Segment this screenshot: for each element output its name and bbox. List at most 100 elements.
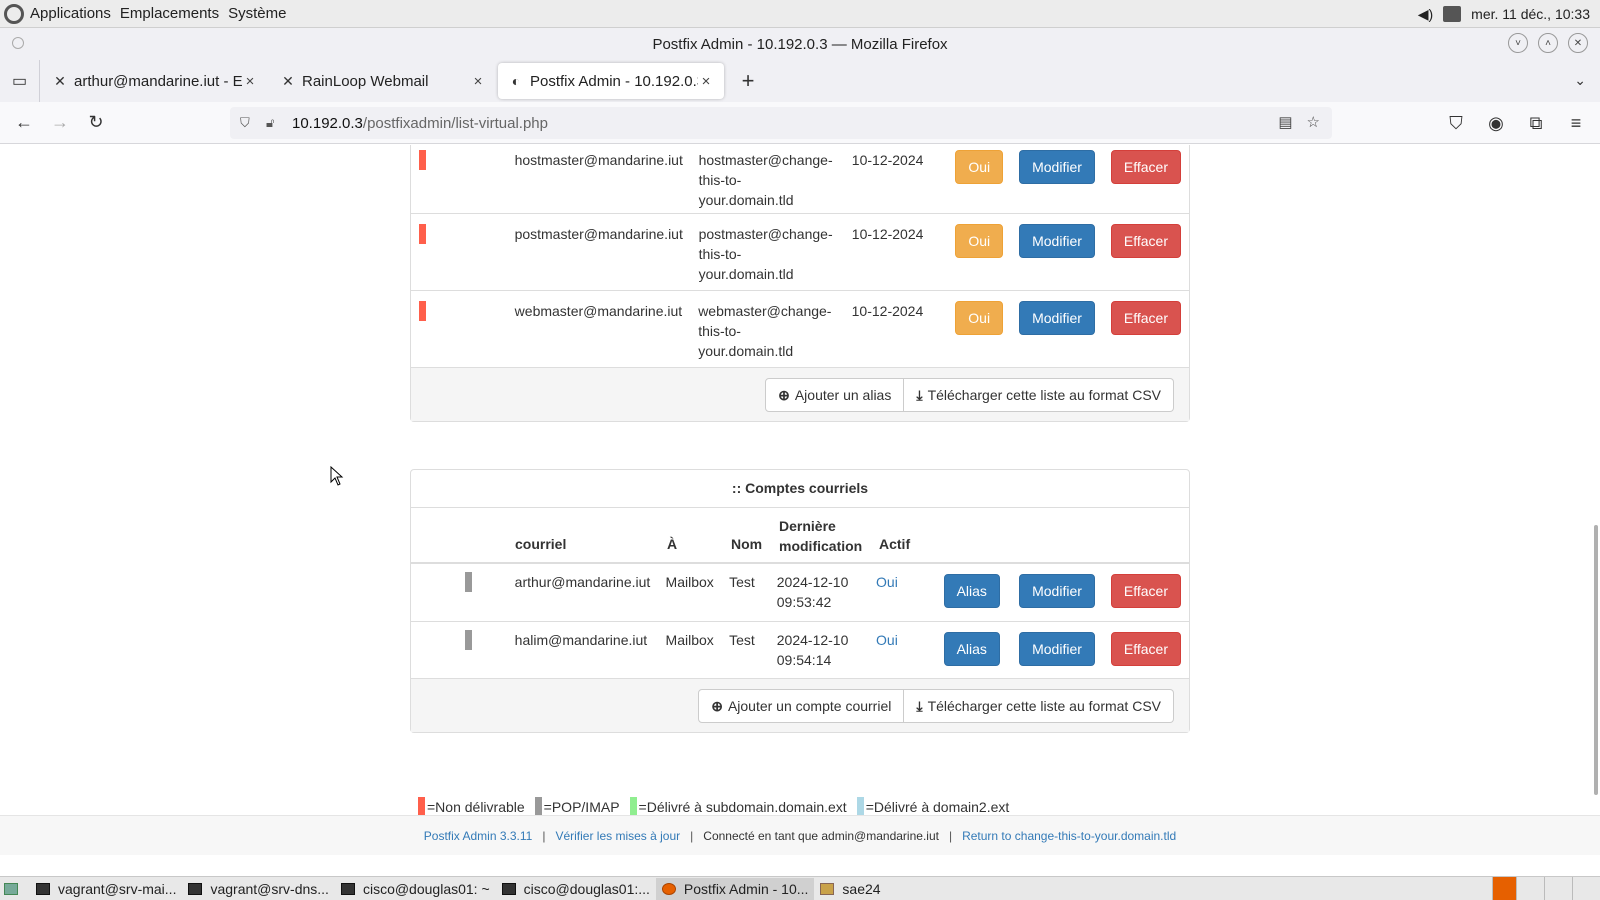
aliases-actions: ⊕ Ajouter un alias ⤓ Télécharger cette lis… xyxy=(765,378,1174,412)
hamburger-menu-icon[interactable]: ≡ xyxy=(1558,107,1594,139)
terminal-icon xyxy=(340,882,355,895)
edit-button[interactable]: Modifier xyxy=(1019,632,1095,666)
tab-rainloop-arthur[interactable]: ✕ arthur@mandarine.iut - E × xyxy=(42,63,268,99)
return-link[interactable]: Return to change-this-to-your.domain.tld xyxy=(962,829,1176,843)
mailbox-active-link[interactable]: Oui xyxy=(876,564,940,621)
alias-from: hostmaster@mandarine.iut xyxy=(514,152,683,168)
edit-button[interactable]: Modifier xyxy=(1019,224,1095,258)
debian-logo-icon[interactable] xyxy=(4,3,24,24)
delete-button[interactable]: Effacer xyxy=(1110,224,1182,258)
mailbox-modified: 2024-12-10 09:54:14 xyxy=(776,632,849,668)
status-legend: =Non délivrable =POP/IMAP =Délivré à sub… xyxy=(418,797,1019,815)
active-toggle-button[interactable]: Oui xyxy=(955,301,1004,335)
taskbar-item[interactable]: sae24 xyxy=(814,878,886,900)
menu-places[interactable]: Emplacements xyxy=(120,5,219,22)
clock[interactable]: mer. 11 déc., 10:33 xyxy=(1471,6,1590,22)
mailboxes-actions: ⊕ Ajouter un compte courriel ⤓ Télécharger… xyxy=(698,689,1174,723)
taskbar-item[interactable]: cisco@douglas01:... xyxy=(496,878,656,900)
active-toggle-button[interactable]: Oui xyxy=(955,224,1004,258)
tab-rainloop-webmail[interactable]: ✕ RainLoop Webmail × xyxy=(270,63,496,99)
add-alias-button[interactable]: ⊕ Ajouter un alias xyxy=(765,378,905,412)
alias-button[interactable]: Alias xyxy=(943,574,1000,608)
page-content: hostmaster@mandarine.iut hostmaster@chan… xyxy=(0,145,1600,815)
close-tab-icon[interactable]: × xyxy=(242,73,258,90)
version-link[interactable]: Postfix Admin 3.3.11 xyxy=(424,829,533,843)
list-all-tabs-icon[interactable]: ⌄ xyxy=(1574,72,1586,89)
mailbox-name: Test xyxy=(729,632,755,648)
url-bar[interactable]: ⛉ 🔓︎ 10.192.0.3/postfixadmin/list-virtua… xyxy=(230,107,1332,139)
legend-item: =Non délivrable xyxy=(418,797,525,815)
workspace-3[interactable] xyxy=(1572,877,1600,900)
volume-icon[interactable]: ◀) xyxy=(1418,6,1433,23)
edit-button[interactable]: Modifier xyxy=(1019,150,1095,184)
logged-in-text: Connecté en tant que admin@mandarine.iut xyxy=(703,828,939,843)
taskbar-item[interactable]: cisco@douglas01: ~ xyxy=(335,878,496,900)
mailbox-active-link[interactable]: Oui xyxy=(876,622,940,678)
edit-button[interactable]: Modifier xyxy=(1019,301,1095,335)
download-icon: ⤓ xyxy=(916,387,923,403)
mailbox-name: Test xyxy=(729,574,755,590)
menu-applications[interactable]: Applications xyxy=(30,5,111,22)
firefox-view-icon[interactable]: ▭ xyxy=(0,60,40,102)
delete-button[interactable]: Effacer xyxy=(1110,150,1182,184)
alias-button[interactable]: Alias xyxy=(943,632,1000,666)
back-button[interactable]: ← xyxy=(6,107,42,139)
table-row: halim@mandarine.iut Mailbox Test 2024-12… xyxy=(411,621,1189,678)
popimap-marker xyxy=(465,630,472,650)
close-tab-icon[interactable]: × xyxy=(470,73,486,90)
tab-label: arthur@mandarine.iut - E xyxy=(74,72,242,90)
taskbar-item[interactable]: Postfix Admin - 10... xyxy=(655,877,815,900)
taskbar-item[interactable]: vagrant@srv-mai... xyxy=(30,878,182,900)
terminal-icon xyxy=(501,882,516,895)
menu-system[interactable]: Système xyxy=(228,5,286,22)
legend-swatch xyxy=(534,797,542,815)
new-tab-button[interactable]: + xyxy=(732,65,764,97)
pocket-icon[interactable]: ⛉ xyxy=(1438,107,1474,139)
postfix-icon: ◐ xyxy=(511,73,521,89)
plus-circle-icon: ⊕ xyxy=(778,387,790,403)
edit-button[interactable]: Modifier xyxy=(1019,574,1095,608)
folder-icon xyxy=(820,882,835,895)
mailboxes-heading: :: Comptes courriels xyxy=(731,480,869,496)
tab-bar: ▭ ✕ arthur@mandarine.iut - E × ✕ RainLoo… xyxy=(0,60,1600,102)
minimize-button[interactable]: ˅ xyxy=(1508,33,1528,53)
mailboxes-footer: ⊕ Ajouter un compte courriel ⤓ Télécharger… xyxy=(411,678,1189,732)
alias-to: postmaster@change-this-to-your.domain.tl… xyxy=(698,226,833,282)
delete-button[interactable]: Effacer xyxy=(1110,632,1181,666)
download-csv-button[interactable]: ⤓ Télécharger cette liste au format CSV xyxy=(904,689,1174,723)
scrollbar-thumb[interactable] xyxy=(1594,525,1598,795)
download-csv-button[interactable]: ⤓ Télécharger cette liste au format CSV xyxy=(904,378,1174,412)
plus-circle-icon: ⊕ xyxy=(711,698,723,714)
shield-icon[interactable]: ⛉ xyxy=(240,115,258,131)
reload-button[interactable]: ↻ xyxy=(78,107,114,139)
insecure-lock-icon[interactable]: 🔓︎ xyxy=(266,115,284,131)
legend-item: =POP/IMAP xyxy=(534,797,620,815)
workspace-switcher[interactable] xyxy=(1492,877,1600,900)
tab-postfix-admin[interactable]: ◐ Postfix Admin - 10.192.0.3 × xyxy=(498,63,724,99)
taskbar-item[interactable]: vagrant@srv-dns... xyxy=(182,878,334,900)
check-updates-link[interactable]: Vérifier les mises à jour xyxy=(555,829,680,843)
alias-to: webmaster@change-this-to-your.domain.tld xyxy=(698,303,832,359)
delete-button[interactable]: Effacer xyxy=(1110,574,1181,608)
delete-button[interactable]: Effacer xyxy=(1110,301,1181,335)
forward-button[interactable]: → xyxy=(42,107,78,139)
rainloop-icon: ✕ xyxy=(54,72,66,89)
show-desktop-icon[interactable] xyxy=(0,878,30,900)
workspace-2[interactable] xyxy=(1544,877,1572,900)
maximize-button[interactable]: ˄ xyxy=(1538,33,1558,53)
mailbox-email: arthur@mandarine.iut xyxy=(514,574,651,590)
col-active: Actif xyxy=(879,536,911,552)
extensions-icon[interactable]: ⧉ xyxy=(1518,107,1554,139)
add-mailbox-button[interactable]: ⊕ Ajouter un compte courriel xyxy=(698,689,905,723)
workspace-1[interactable] xyxy=(1516,877,1544,900)
network-icon[interactable] xyxy=(1443,6,1462,22)
firefox-workspace-icon[interactable] xyxy=(1492,877,1516,900)
legend-swatch xyxy=(856,797,864,815)
reader-view-icon[interactable]: ▤ xyxy=(1278,113,1292,131)
active-toggle-button[interactable]: Oui xyxy=(955,150,1004,184)
window-menu-icon[interactable] xyxy=(12,37,24,49)
account-icon[interactable]: ◉ xyxy=(1478,107,1514,139)
close-tab-icon[interactable]: × xyxy=(698,73,714,90)
bookmark-star-icon[interactable]: ☆ xyxy=(1307,113,1320,131)
close-window-button[interactable]: ✕ xyxy=(1568,33,1588,53)
